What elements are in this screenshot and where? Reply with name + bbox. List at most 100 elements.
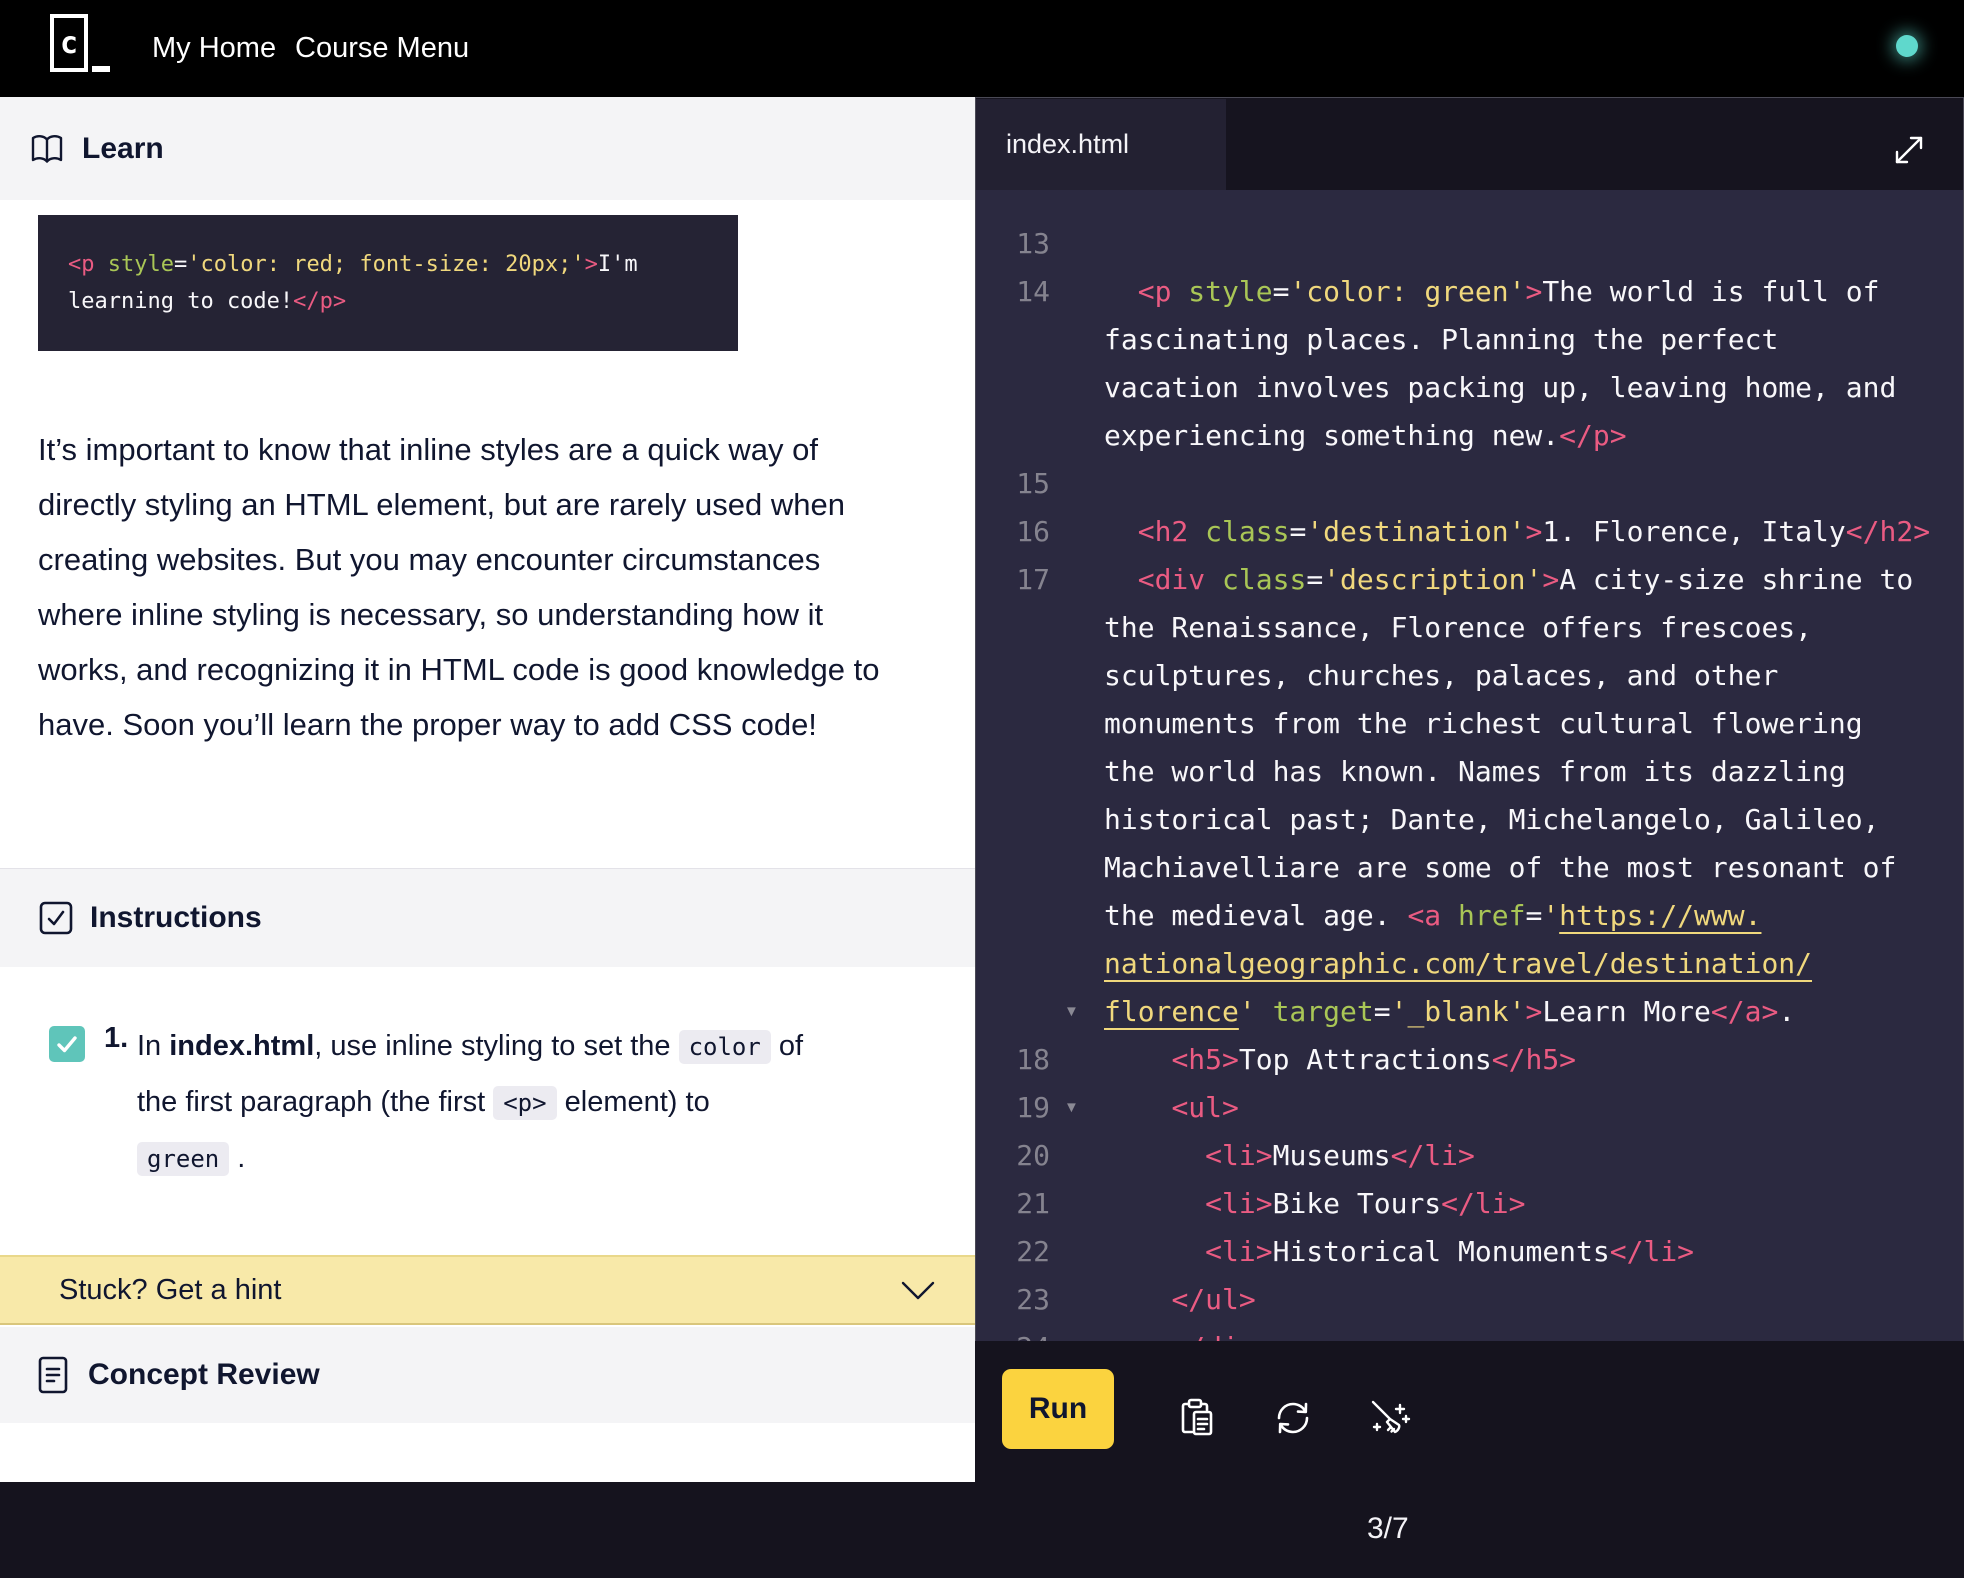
line-number — [976, 748, 1050, 796]
reset-icon[interactable] — [1271, 1396, 1315, 1440]
code-segment: = — [1273, 275, 1290, 308]
code-segment: </ul> — [1171, 1283, 1255, 1316]
fold-gutter — [1050, 268, 1104, 316]
snippet-line: <p style='color: red; font-size: 20px;'>… — [68, 246, 708, 283]
code-area[interactable]: 1314 <p style='color: green'>The world i… — [976, 190, 1963, 1482]
fold-gutter — [1050, 508, 1104, 556]
code-line[interactable]: sculptures, churches, palaces, and other — [976, 652, 1963, 700]
code-segment: = — [1289, 515, 1306, 548]
line-number: 15 — [976, 460, 1050, 508]
code-line-text: vacation involves packing up, leaving ho… — [1104, 364, 1896, 412]
code-segment: </li> — [1391, 1139, 1475, 1172]
code-segment: </p> — [293, 289, 346, 314]
fold-gutter — [1050, 940, 1104, 988]
code-segment: class — [1205, 515, 1289, 548]
task-checkbox-checked[interactable] — [49, 1026, 85, 1062]
line-number: 23 — [976, 1276, 1050, 1324]
hint-accordion[interactable]: Stuck? Get a hint — [0, 1255, 975, 1325]
code-line[interactable]: 23 </ul> — [976, 1276, 1963, 1324]
document-icon — [38, 1356, 68, 1394]
code-line-text: sculptures, churches, palaces, and other — [1104, 652, 1778, 700]
code-line-text: <div class='description'>A city-size shr… — [1104, 556, 1913, 604]
code-segment: = — [1374, 995, 1391, 1028]
code-line-text: </ul> — [1104, 1276, 1256, 1324]
task-plain-text: element) to — [557, 1086, 710, 1118]
concept-review-section[interactable]: Concept Review — [0, 1327, 975, 1423]
line-number — [976, 844, 1050, 892]
code-line[interactable]: vacation involves packing up, leaving ho… — [976, 364, 1963, 412]
code-segment — [1104, 515, 1138, 548]
book-icon — [30, 133, 64, 165]
code-segment: <p — [68, 252, 95, 277]
concept-review-title: Concept Review — [88, 1358, 320, 1392]
code-line[interactable]: Machiavelliare are some of the most reso… — [976, 844, 1963, 892]
code-line[interactable]: ▼florence' target='_blank'>Learn More</a… — [976, 988, 1963, 1036]
code-line[interactable]: the world has known. Names from its dazz… — [976, 748, 1963, 796]
code-line[interactable]: 16 <h2 class='destination'>1. Florence, … — [976, 508, 1963, 556]
code-line-text: <p style='color: green'>The world is ful… — [1104, 268, 1879, 316]
run-button[interactable]: Run — [1002, 1369, 1114, 1449]
code-segment: style — [108, 252, 174, 277]
instructions-title: Instructions — [90, 901, 262, 935]
code-line[interactable]: 18 <h5>Top Attractions</h5> — [976, 1036, 1963, 1084]
tab-index-html[interactable]: index.html — [976, 99, 1226, 190]
check-icon — [54, 1031, 80, 1057]
code-line[interactable]: 15 — [976, 460, 1963, 508]
code-segment: Learn More — [1542, 995, 1711, 1028]
code-segment: <h5> — [1171, 1043, 1238, 1076]
code-snippet-example: <p style='color: red; font-size: 20px;'>… — [38, 215, 738, 351]
codecademy-logo[interactable]: c — [50, 14, 108, 74]
code-line[interactable]: the Renaissance, Florence offers frescoe… — [976, 604, 1963, 652]
code-segment — [1256, 995, 1273, 1028]
fold-gutter — [1050, 220, 1104, 268]
code-line[interactable]: 14 <p style='color: green'>The world is … — [976, 268, 1963, 316]
fold-gutter — [1050, 556, 1104, 604]
code-segment — [1171, 275, 1188, 308]
code-line-text: the Renaissance, Florence offers frescoe… — [1104, 604, 1812, 652]
status-dot[interactable] — [1896, 35, 1918, 57]
code-segment: nationalgeographic.com/travel/destinatio… — [1104, 947, 1812, 980]
code-segment: monuments from the richest cultural flow… — [1104, 707, 1863, 740]
learn-header: Learn — [0, 97, 975, 200]
fold-marker-icon[interactable]: ▼ — [1050, 988, 1104, 1036]
line-number: 20 — [976, 1132, 1050, 1180]
code-line[interactable]: 21 <li>Bike Tours</li> — [976, 1180, 1963, 1228]
code-segment: </p> — [1559, 419, 1626, 452]
code-segment: Bike Tours — [1273, 1187, 1442, 1220]
chevron-down-icon — [901, 1281, 935, 1301]
code-segment: 'color: red; font-size: 20px;' — [187, 252, 584, 277]
checkbox-icon — [38, 900, 74, 936]
fold-gutter — [1050, 1228, 1104, 1276]
code-line[interactable]: the medieval age. <a href='https://www. — [976, 892, 1963, 940]
code-line[interactable]: historical past; Dante, Michelangelo, Ga… — [976, 796, 1963, 844]
bottom-pagination-bar: 3/7 — [0, 1482, 1964, 1578]
expand-icon[interactable] — [1889, 130, 1929, 170]
code-line[interactable]: 13 — [976, 220, 1963, 268]
fold-gutter — [1050, 748, 1104, 796]
code-segment — [1104, 1043, 1171, 1076]
code-line[interactable]: monuments from the richest cultural flow… — [976, 700, 1963, 748]
fold-gutter — [1050, 892, 1104, 940]
code-segment: . — [1778, 995, 1795, 1028]
code-line[interactable]: 22 <li>Historical Monuments</li> — [976, 1228, 1963, 1276]
code-segment: <div — [1138, 563, 1205, 596]
code-segment — [1205, 563, 1222, 596]
code-segment: > — [1525, 515, 1542, 548]
code-line[interactable]: fascinating places. Planning the perfect — [976, 316, 1963, 364]
nav-item-course-menu[interactable]: Course Menu — [295, 0, 469, 97]
fold-marker-icon[interactable]: ▼ — [1050, 1084, 1104, 1132]
code-line[interactable]: nationalgeographic.com/travel/destinatio… — [976, 940, 1963, 988]
clipboard-icon[interactable] — [1175, 1396, 1219, 1440]
line-number: 19 — [976, 1084, 1050, 1132]
lesson-paragraph: It’s important to know that inline style… — [38, 422, 910, 752]
code-line[interactable]: experiencing something new.</p> — [976, 412, 1963, 460]
code-segment: = — [1525, 899, 1542, 932]
code-line[interactable]: 20 <li>Museums</li> — [976, 1132, 1963, 1180]
nav-item-my-home[interactable]: My Home — [152, 0, 276, 97]
task-text: In index.html, use inline styling to set… — [137, 1019, 809, 1187]
code-segment: 1. Florence, Italy — [1542, 515, 1845, 548]
fold-gutter — [1050, 316, 1104, 364]
code-line[interactable]: 19▼ <ul> — [976, 1084, 1963, 1132]
clean-broom-icon[interactable] — [1367, 1396, 1411, 1440]
code-line[interactable]: 17 <div class='description'>A city-size … — [976, 556, 1963, 604]
